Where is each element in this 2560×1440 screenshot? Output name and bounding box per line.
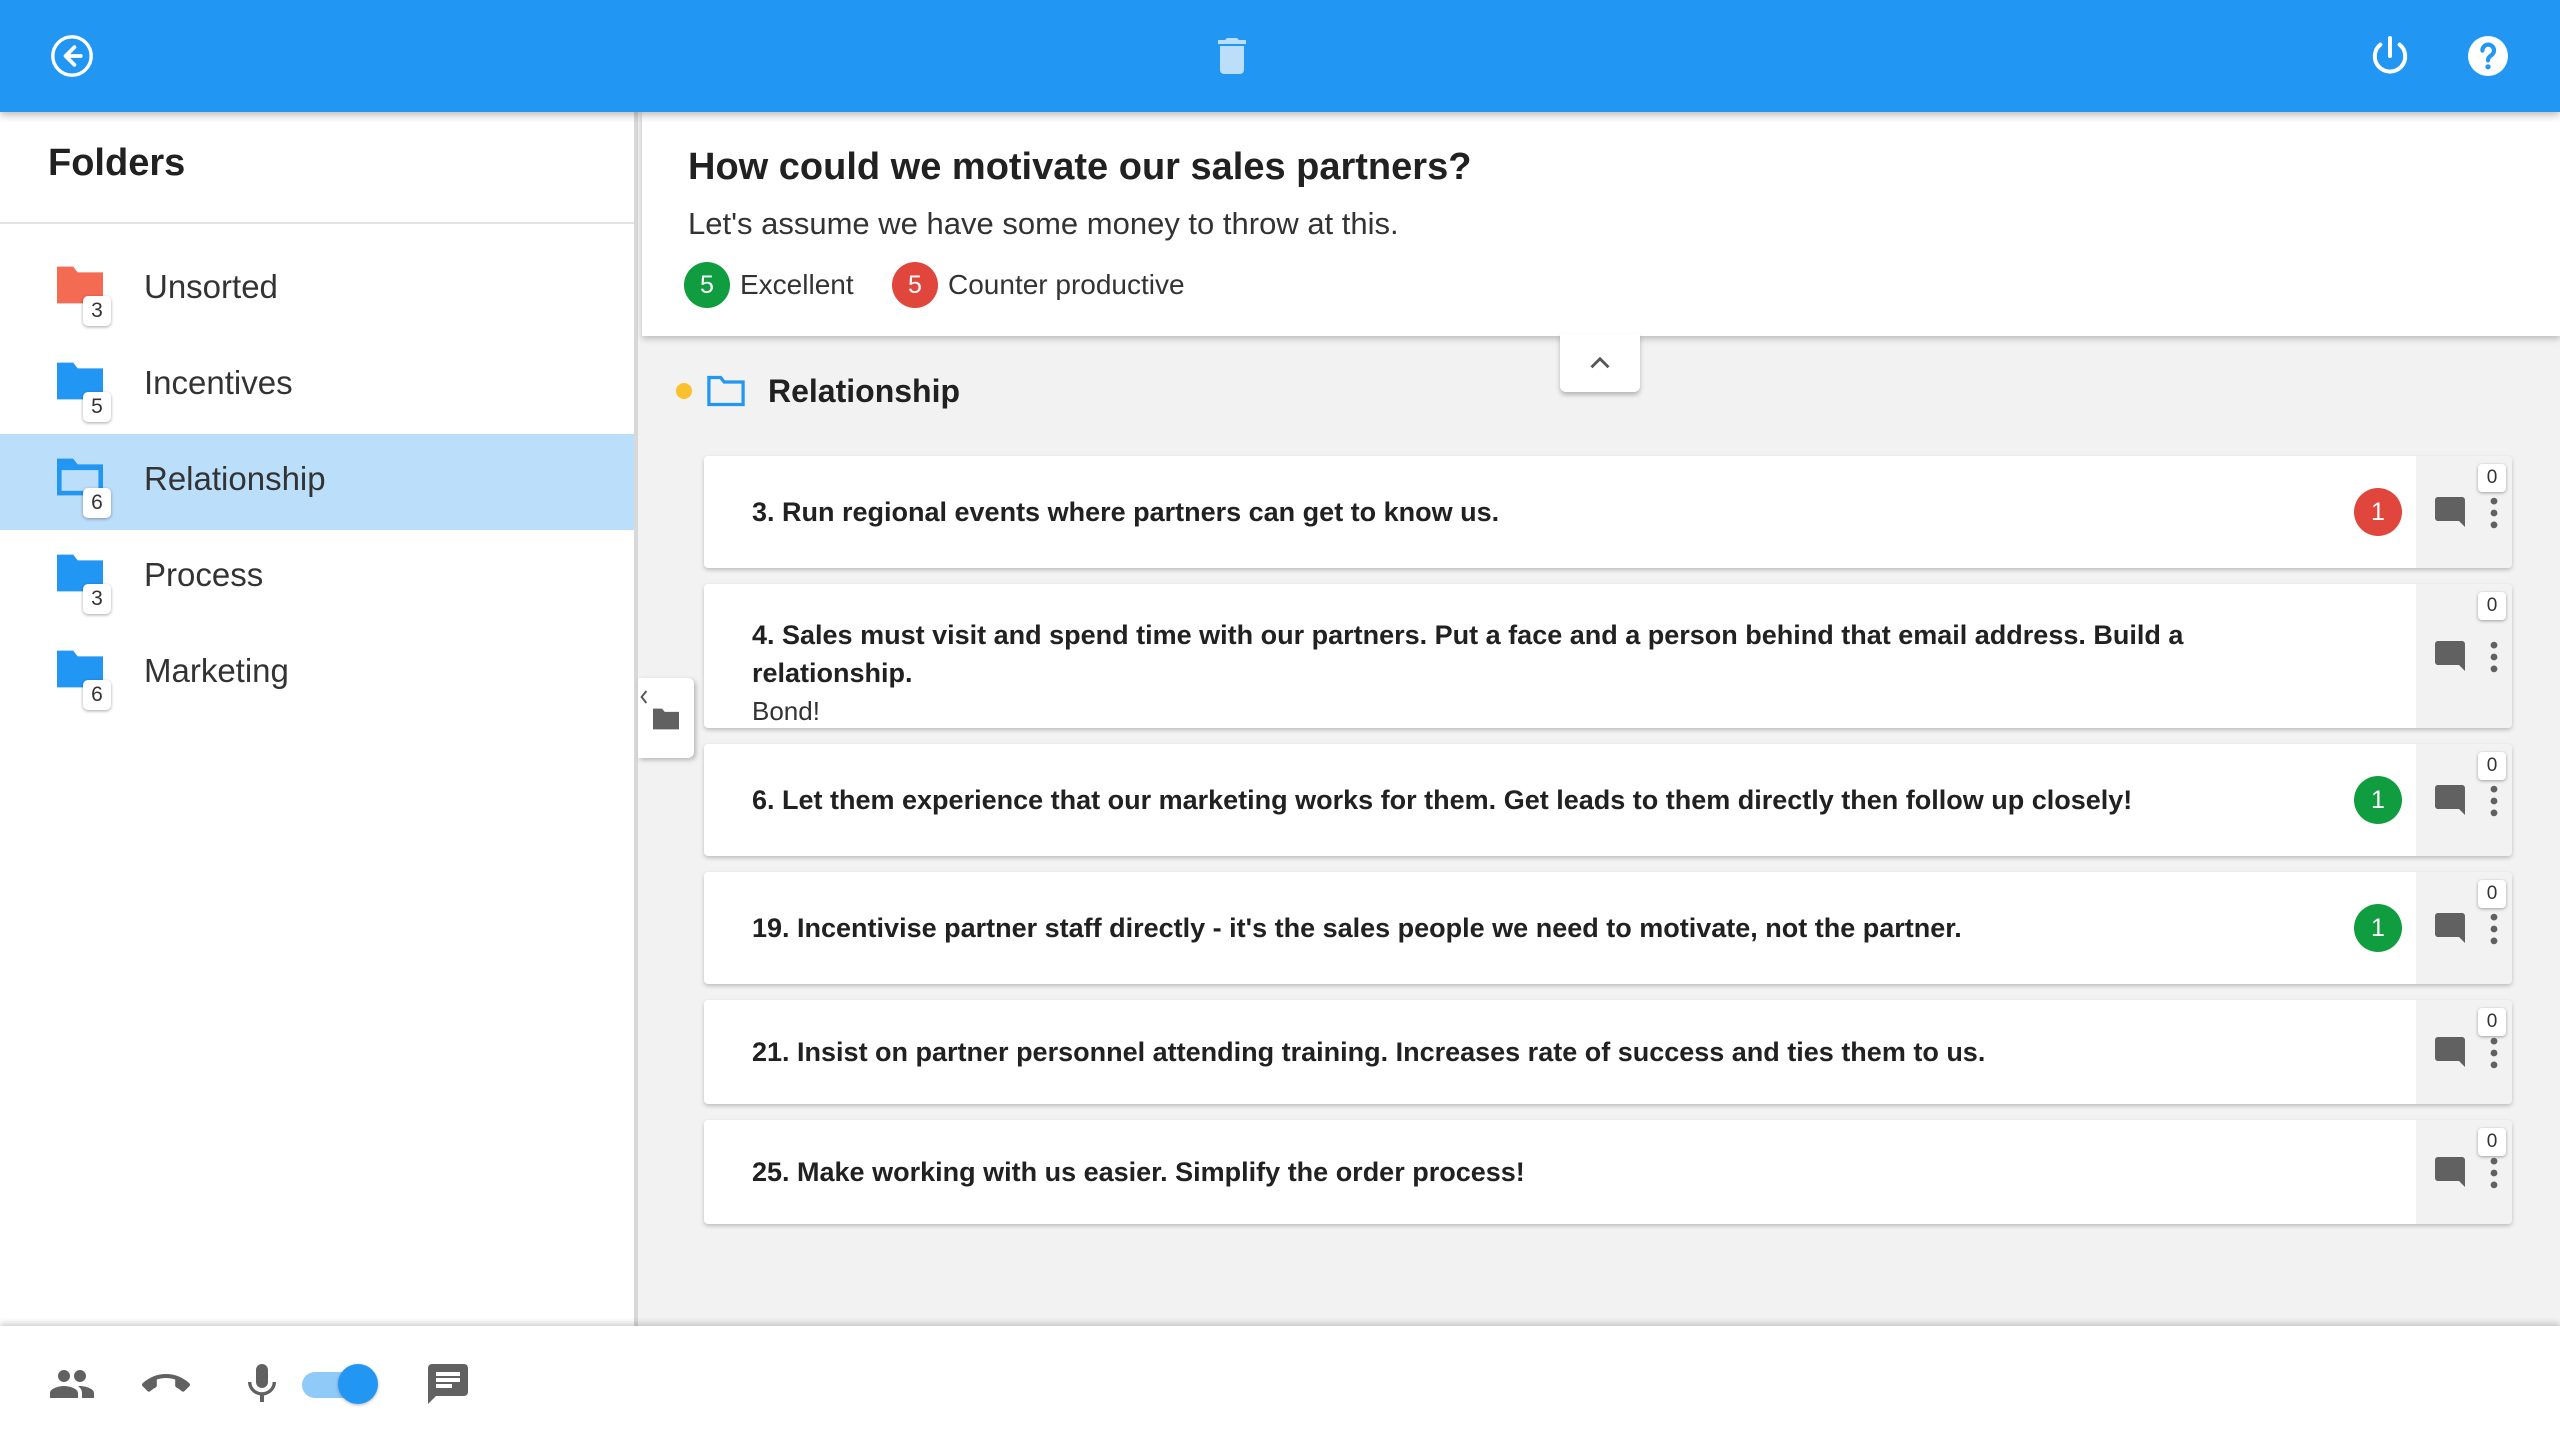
chat-icon[interactable] (424, 1360, 472, 1408)
folder-count-badge: 3 (83, 296, 111, 326)
group-heading[interactable]: Relationship (676, 368, 960, 414)
toggle-knob (338, 1364, 378, 1404)
question-header: How could we motivate our sales partners… (642, 112, 2560, 392)
question-title: How could we motivate our sales partners… (688, 146, 1472, 188)
idea-card[interactable]: 6. Let them experience that our marketin… (704, 744, 2512, 856)
group-status-dot (676, 383, 692, 399)
help-circle-icon (2468, 36, 2508, 76)
comment-count-badge: 0 (2478, 1008, 2506, 1036)
folder-count-badge: 6 (83, 488, 111, 518)
legend-count-badge: 5 (892, 262, 938, 308)
idea-card[interactable]: 4. Sales must visit and spend time with … (704, 584, 2512, 728)
folder-sidebar: Folders 3 Unsorted 5 Incentives 6 Relati… (0, 112, 638, 1326)
power-icon (2372, 36, 2408, 74)
legend-label: Counter productive (948, 269, 1185, 300)
sidebar-item-label: Marketing (144, 652, 289, 689)
sidebar-item-label: Relationship (144, 460, 326, 497)
idea-actions: 0 (2416, 872, 2512, 984)
power-button[interactable] (2362, 28, 2418, 84)
folder-count-badge: 3 (83, 584, 111, 614)
top-app-bar (0, 0, 2560, 112)
idea-text: 6. Let them experience that our marketin… (752, 785, 2133, 815)
sidebar-item-unsorted[interactable]: 3 Unsorted (0, 242, 634, 338)
idea-text: 3. Run regional events where partners ca… (752, 497, 1500, 527)
comment-count-badge: 0 (2478, 880, 2506, 908)
microphone-icon[interactable] (238, 1360, 286, 1408)
folder-icon (653, 708, 679, 730)
legend-excellent: 5 Excellent (684, 262, 854, 308)
collapse-header-button[interactable] (1560, 334, 1640, 392)
comment-icon[interactable] (2432, 910, 2468, 946)
idea-actions: 0 (2416, 1000, 2512, 1104)
idea-text: 4. Sales must visit and spend time with … (752, 616, 2342, 730)
idea-text: 21. Insist on partner personnel attendin… (752, 1037, 1986, 1067)
sidebar-item-label: Process (144, 556, 264, 593)
idea-card[interactable]: 25. Make working with us easier. Simplif… (704, 1120, 2512, 1224)
back-button[interactable] (44, 28, 100, 84)
comment-icon[interactable] (2432, 1034, 2468, 1070)
idea-actions: 0 (2416, 744, 2512, 856)
idea-title: 4. Sales must visit and spend time with … (752, 620, 2184, 688)
chevron-left-icon (640, 690, 648, 704)
sidebar-item-label: Incentives (144, 364, 293, 401)
sidebar-title: Folders (48, 142, 186, 184)
sidebar-item-process[interactable]: 3 Process (0, 530, 634, 626)
comment-count-badge: 0 (2478, 592, 2506, 620)
folder-count-badge: 6 (83, 680, 111, 710)
idea-card[interactable]: 3. Run regional events where partners ca… (704, 456, 2512, 568)
idea-card[interactable]: 21. Insist on partner personnel attendin… (704, 1000, 2512, 1104)
idea-card[interactable]: 19. Incentivise partner staff directly -… (704, 872, 2512, 984)
folder-count-badge: 5 (83, 392, 111, 422)
idea-description: Bond! (752, 696, 820, 726)
more-vert-icon[interactable] (2486, 640, 2502, 674)
group-title: Relationship (768, 372, 961, 409)
arrow-left-circle-icon (51, 35, 93, 77)
sidebar-item-label: Unsorted (144, 268, 278, 305)
idea-text: 19. Incentivise partner staff directly -… (752, 913, 1962, 943)
vote-count-badge: 1 (2354, 488, 2402, 536)
idea-actions: 0 (2416, 1120, 2512, 1224)
legend-counter-productive: 5 Counter productive (892, 262, 1185, 308)
comment-icon[interactable] (2432, 638, 2468, 674)
chevron-up-icon (1590, 356, 1610, 369)
vote-count-badge: 1 (2354, 776, 2402, 824)
comment-icon[interactable] (2432, 782, 2468, 818)
trash-icon (1218, 38, 1246, 74)
sidebar-toggle-tab[interactable] (638, 678, 694, 758)
people-icon[interactable] (48, 1360, 96, 1408)
vote-count-badge: 1 (2354, 904, 2402, 952)
idea-actions: 0 (2416, 584, 2512, 728)
more-vert-icon[interactable] (2486, 496, 2502, 530)
idea-text: 25. Make working with us easier. Simplif… (752, 1157, 1525, 1187)
phone-hangup-icon[interactable] (142, 1360, 190, 1408)
question-description: Let's assume we have some money to throw… (688, 206, 1399, 241)
more-vert-icon[interactable] (2486, 784, 2502, 818)
help-button[interactable] (2460, 28, 2516, 84)
sidebar-item-marketing[interactable]: 6 Marketing (0, 626, 634, 722)
bottom-bar (0, 1326, 2560, 1440)
comment-icon[interactable] (2432, 1154, 2468, 1190)
comment-icon[interactable] (2432, 494, 2468, 530)
sidebar-item-incentives[interactable]: 5 Incentives (0, 338, 634, 434)
more-vert-icon[interactable] (2486, 1156, 2502, 1190)
mic-toggle[interactable] (302, 1364, 378, 1404)
delete-button[interactable] (1204, 28, 1260, 84)
sidebar-item-relationship[interactable]: 6 Relationship (0, 434, 634, 530)
sidebar-divider (0, 222, 634, 224)
legend-count-badge: 5 (684, 262, 730, 308)
comment-count-badge: 0 (2478, 752, 2506, 780)
idea-actions: 0 (2416, 456, 2512, 568)
legend-label: Excellent (740, 269, 854, 300)
more-vert-icon[interactable] (2486, 1036, 2502, 1070)
folder-outline-icon (707, 375, 745, 407)
more-vert-icon[interactable] (2486, 912, 2502, 946)
comment-count-badge: 0 (2478, 1128, 2506, 1156)
comment-count-badge: 0 (2478, 464, 2506, 492)
